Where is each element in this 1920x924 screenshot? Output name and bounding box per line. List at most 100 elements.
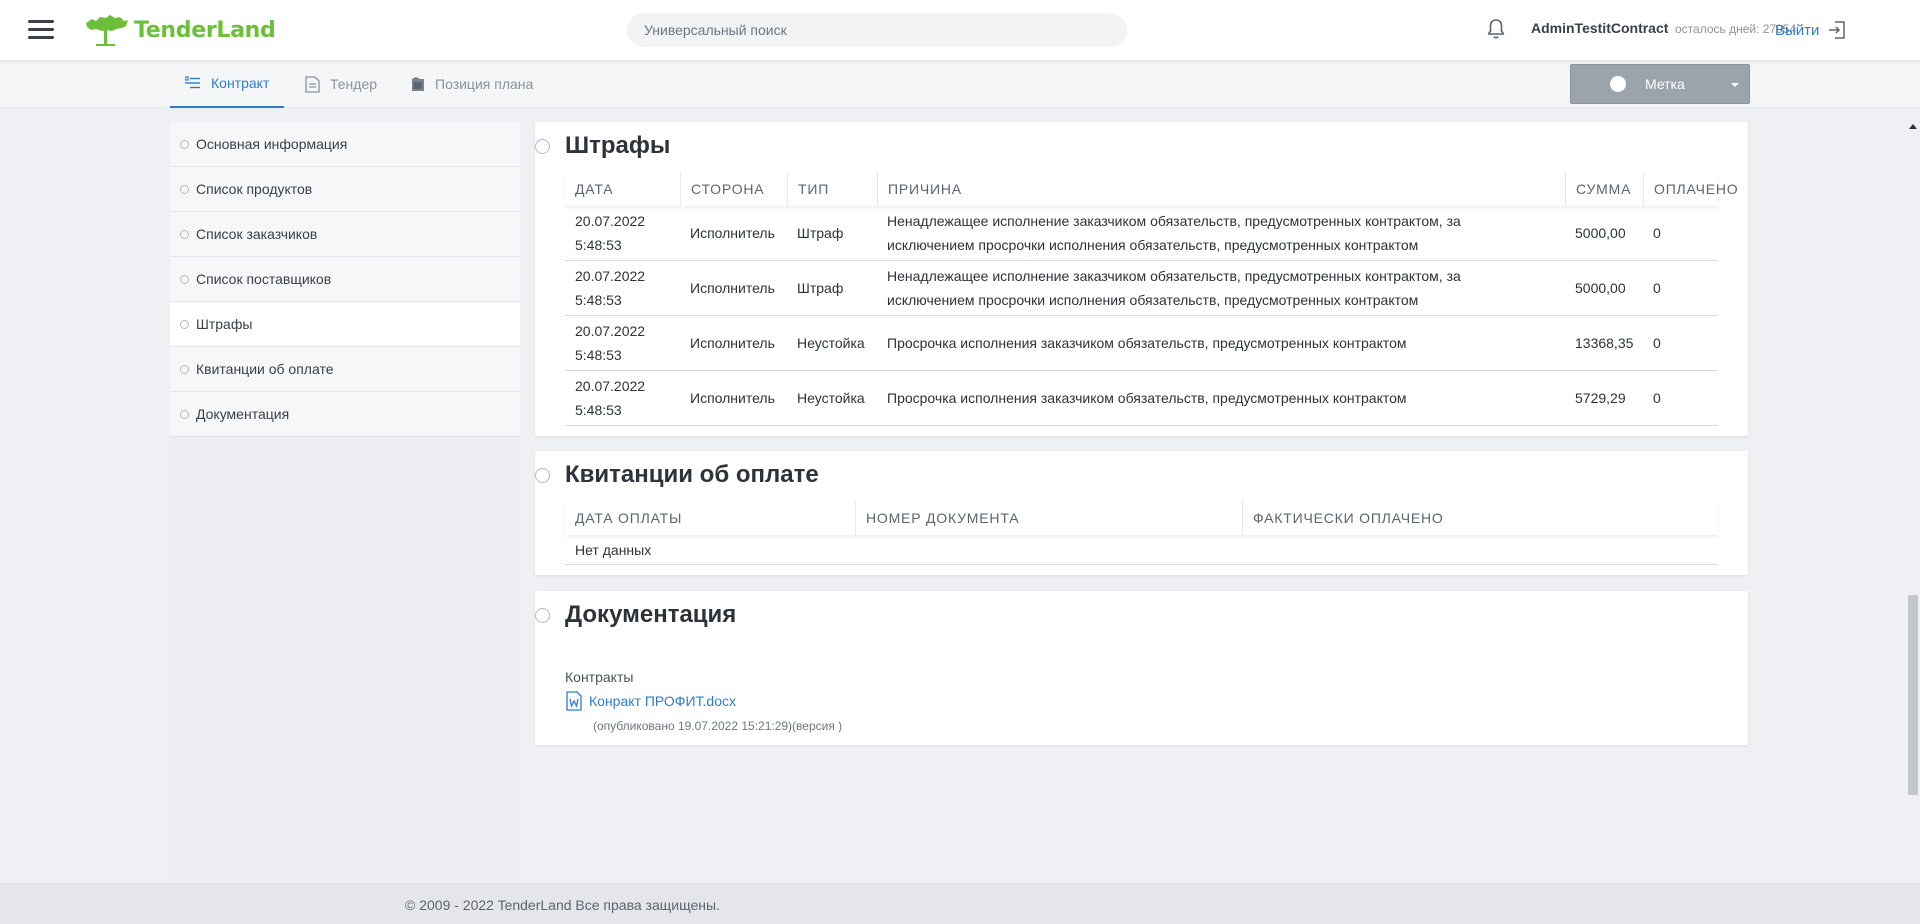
side-cell: Исполнитель: [690, 335, 775, 351]
circle-icon: [535, 467, 550, 483]
sidebar-item-label: Список поставщиков: [196, 271, 332, 287]
scroll-up-icon[interactable]: [1909, 124, 1917, 129]
mark-dot-icon: [1610, 76, 1626, 92]
chevron-down-icon[interactable]: [1731, 83, 1739, 87]
sidebar-item-label: Список продуктов: [196, 181, 313, 197]
circle-icon: [180, 184, 189, 194]
mark-label: Метка: [1645, 76, 1685, 92]
time: 5:48:53: [575, 292, 622, 308]
type-cell: Неустойка: [797, 390, 865, 406]
tab-plan-position[interactable]: Позиция плана: [411, 60, 533, 108]
sidebar-item-suppliers[interactable]: Список поставщиков: [170, 257, 520, 302]
reason-cell: Ненадлежащее исполнение заказчиком обяза…: [877, 206, 1461, 260]
reason-cell: Просрочка исполнения заказчиком обязател…: [887, 390, 1407, 406]
fines-table-header: Дата Сторона Тип Причина Сумма Оплачено: [565, 172, 1738, 206]
circle-icon: [180, 319, 189, 329]
reason-line: исключением просрочки исполнения обязате…: [887, 237, 1419, 253]
time: 5:48:53: [575, 237, 622, 253]
username[interactable]: AdminTestitContract: [1531, 20, 1668, 36]
date-cell: 20.07.2022 5:48:53: [565, 371, 645, 425]
table-row: 20.07.2022 5:48:53 Исполнитель Штраф Нена…: [565, 206, 1718, 261]
sidebar-item-label: Список заказчиков: [196, 226, 318, 242]
sidebar-item-documents[interactable]: Документация: [170, 392, 520, 437]
logout-button[interactable]: Выйти: [1775, 20, 1847, 40]
side-cell: Исполнитель: [690, 225, 775, 241]
column-header: Дата: [575, 181, 614, 197]
sidebar-item-customers[interactable]: Список заказчиков: [170, 212, 520, 257]
tab-tender[interactable]: Тендер: [305, 60, 377, 108]
empty-cell: Нет данных: [575, 541, 652, 558]
documents-title: Документация: [535, 601, 737, 629]
column-header: Оплачено: [1643, 172, 1738, 206]
sidebar-item-label: Основная информация: [196, 136, 348, 152]
logo[interactable]: TenderLand: [82, 9, 276, 51]
type-cell: Штраф: [797, 280, 844, 296]
sidebar: Основная информация Список продуктов Спи…: [170, 122, 520, 437]
sidebar-item-main-info[interactable]: Основная информация: [170, 122, 520, 167]
fines-title: Штрафы: [535, 132, 670, 160]
bell-icon[interactable]: [1484, 17, 1508, 41]
circle-icon: [535, 138, 550, 154]
table-row: 20.07.2022 5:48:53 Исполнитель Штраф Нена…: [565, 261, 1718, 316]
document-link[interactable]: Конракт ПРОФИТ.docx: [565, 691, 736, 711]
logo-text: TenderLand: [134, 17, 276, 43]
circle-icon: [180, 229, 189, 239]
date: 20.07.2022: [575, 323, 646, 339]
time: 5:48:53: [575, 402, 622, 418]
column-header: Тип: [787, 172, 829, 206]
menu-icon[interactable]: [28, 20, 54, 40]
date: 20.07.2022: [575, 268, 646, 284]
side-cell: Исполнитель: [690, 280, 775, 296]
sidebar-item-fines[interactable]: Штрафы: [170, 302, 520, 347]
sidebar-item-receipts[interactable]: Квитанции об оплате: [170, 347, 520, 392]
receipts-card: Квитанции об оплате Дата оплаты Номер до…: [535, 451, 1748, 575]
circle-icon: [180, 139, 189, 149]
column-header: Дата оплаты: [575, 510, 683, 526]
document-name[interactable]: Конракт ПРОФИТ.docx: [589, 693, 736, 709]
tab-label: Позиция плана: [435, 76, 534, 92]
logout-icon: [1829, 21, 1846, 39]
search-input[interactable]: [627, 13, 1127, 47]
logo-icon: [86, 15, 128, 46]
list-icon: [185, 76, 200, 89]
type-cell: Штраф: [797, 225, 844, 241]
mark-button[interactable]: Метка: [1570, 64, 1750, 104]
circle-icon: [180, 274, 189, 284]
documents-card: Документация Контракты Конракт ПРОФИТ.do…: [535, 591, 1748, 745]
sum-cell: 5000,00: [1575, 280, 1626, 296]
document-icon: [305, 75, 320, 93]
sidebar-item-products[interactable]: Список продуктов: [170, 167, 520, 212]
type-cell: Неустойка: [797, 335, 865, 351]
word-file-icon: [566, 691, 582, 711]
circle-icon: [180, 409, 189, 419]
tab-contract[interactable]: Контракт: [170, 60, 285, 108]
header: TenderLand AdminTestitContract осталось …: [0, 0, 1920, 60]
scrollbar-thumb[interactable]: [1908, 595, 1918, 795]
paid-cell: 0: [1653, 280, 1661, 296]
reason-cell: Просрочка исполнения заказчиком обязател…: [887, 335, 1407, 351]
tab-label: Тендер: [330, 76, 378, 92]
column-header: Номер документа: [855, 501, 1019, 535]
documents-title-text: Документация: [565, 601, 737, 628]
table-row: 20.07.2022 5:48:53 Исполнитель Неустойка …: [565, 371, 1718, 426]
receipts-title-text: Квитанции об оплате: [565, 461, 819, 488]
reason-cell: Ненадлежащее исполнение заказчиком обяза…: [877, 261, 1461, 315]
document-meta: (опубликовано 19.07.2022 15:21:29)(верси…: [593, 719, 843, 733]
reason-line: исключением просрочки исполнения обязате…: [887, 292, 1419, 308]
table-row: 20.07.2022 5:48:53 Исполнитель Неустойка …: [565, 316, 1718, 371]
sum-cell: 5729,29: [1575, 390, 1626, 406]
circle-icon: [180, 364, 189, 374]
circle-icon: [535, 607, 550, 623]
footer-copyright: © 2009 - 2022 TenderLand Все права защищ…: [405, 897, 720, 913]
tabs-bar: Контракт Тендер Позиция плана Метка: [0, 60, 1920, 108]
sidebar-background: [170, 437, 520, 883]
sum-cell: 13368,35: [1575, 335, 1634, 351]
paid-cell: 0: [1653, 335, 1661, 351]
column-header: Сторона: [680, 172, 764, 206]
receipts-table-header: Дата оплаты Номер документа Фактически о…: [565, 501, 1718, 535]
reason-line: Ненадлежащее исполнение заказчиком обяза…: [887, 213, 1461, 229]
footer: © 2009 - 2022 TenderLand Все права защищ…: [0, 883, 1920, 924]
documents-section-label: Контракты: [565, 669, 634, 685]
time: 5:48:53: [575, 347, 622, 363]
date-cell: 20.07.2022 5:48:53: [565, 206, 645, 260]
